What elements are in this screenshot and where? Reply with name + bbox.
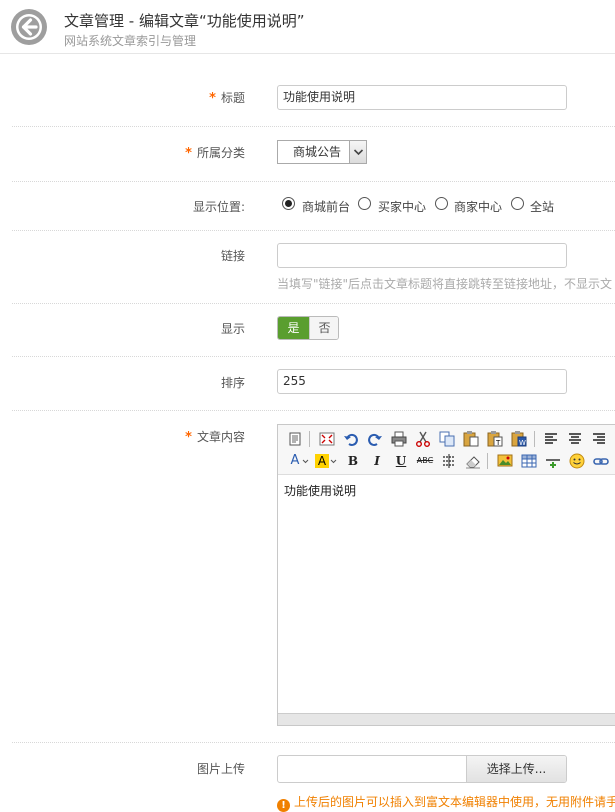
warning-icon: ! xyxy=(277,799,290,812)
display-no-option[interactable]: 否 xyxy=(309,317,338,339)
strikethrough-icon[interactable]: ABC xyxy=(416,452,434,470)
content-label: * 文章内容 xyxy=(185,430,245,445)
line-height-icon[interactable] xyxy=(440,452,458,470)
radio-label-buyer-center: 买家中心 xyxy=(378,200,427,214)
display-label: 显示 xyxy=(220,322,245,336)
category-select[interactable]: 商城公告 xyxy=(277,140,367,164)
radio-label-seller-center: 商家中心 xyxy=(454,200,503,214)
position-label: 显示位置: xyxy=(192,200,245,214)
upload-warning: ! 上传后的图片可以插入到富文本编辑器中使用，无用附件请手 xyxy=(277,793,615,812)
editor-statusbar xyxy=(278,713,615,725)
undo-icon[interactable] xyxy=(342,430,360,448)
eraser-icon[interactable] xyxy=(464,452,482,470)
radio-seller-center[interactable] xyxy=(435,197,448,210)
image-icon[interactable] xyxy=(496,452,514,470)
print-icon[interactable] xyxy=(390,430,408,448)
align-center-icon[interactable] xyxy=(566,430,584,448)
horizontal-rule-icon[interactable] xyxy=(544,452,562,470)
radio-label-whole-site: 全站 xyxy=(530,200,555,214)
editor-toolbar: T W A A B I U ABC xyxy=(278,425,615,475)
choose-upload-button[interactable]: 选择上传... xyxy=(466,756,566,782)
link-icon[interactable] xyxy=(592,452,610,470)
back-button[interactable] xyxy=(11,9,47,45)
category-selected-value: 商城公告 xyxy=(293,145,342,159)
copy-icon[interactable] xyxy=(438,430,456,448)
image-upload-field[interactable]: 选择上传... xyxy=(277,755,567,783)
editor-content[interactable]: 功能使用说明 xyxy=(284,482,356,499)
highlight-icon[interactable]: A xyxy=(314,452,338,470)
rich-text-editor[interactable]: T W A A B I U ABC 功能使用说明 xyxy=(277,424,615,726)
page-subtitle: 网站系统文章索引与管理 xyxy=(64,34,197,48)
required-mark: * xyxy=(185,146,192,161)
page-title: 文章管理 - 编辑文章“功能使用说明” xyxy=(64,12,305,30)
radio-storefront[interactable] xyxy=(282,197,295,210)
font-color-icon[interactable]: A xyxy=(286,452,310,470)
align-right-icon[interactable] xyxy=(590,430,608,448)
radio-label-storefront: 商城前台 xyxy=(302,200,351,214)
paste-icon[interactable] xyxy=(462,430,480,448)
page-header: 文章管理 - 编辑文章“功能使用说明” 网站系统文章索引与管理 xyxy=(0,0,615,54)
category-label: * 所属分类 xyxy=(185,146,245,161)
link-hint: 当填写"链接"后点击文章标题将直接跳转至链接地址，不显示文 xyxy=(277,277,613,291)
table-icon[interactable] xyxy=(520,452,538,470)
sort-label: 排序 xyxy=(220,376,245,390)
sort-input[interactable]: 255 xyxy=(277,369,567,394)
underline-icon[interactable]: U xyxy=(392,452,410,470)
chevron-down-icon xyxy=(349,141,366,163)
cut-icon[interactable] xyxy=(414,430,432,448)
svg-text:T: T xyxy=(495,439,501,447)
fullscreen-icon[interactable] xyxy=(318,430,336,448)
source-icon[interactable] xyxy=(286,430,304,448)
required-mark: * xyxy=(209,91,216,106)
display-toggle[interactable]: 是 否 xyxy=(277,316,339,340)
display-yes-option[interactable]: 是 xyxy=(278,317,309,339)
emoticon-icon[interactable] xyxy=(568,452,586,470)
link-label: 链接 xyxy=(220,249,245,263)
required-mark: * xyxy=(185,430,192,445)
paste-word-icon[interactable]: W xyxy=(510,430,528,448)
bold-icon[interactable]: B xyxy=(344,452,362,470)
link-input[interactable] xyxy=(277,243,567,268)
image-upload-label: 图片上传 xyxy=(196,762,245,776)
title-input[interactable]: 功能使用说明 xyxy=(277,85,567,110)
redo-icon[interactable] xyxy=(366,430,384,448)
paste-text-icon[interactable]: T xyxy=(486,430,504,448)
svg-text:W: W xyxy=(519,439,526,447)
radio-whole-site[interactable] xyxy=(511,197,524,210)
italic-icon[interactable]: I xyxy=(368,452,386,470)
radio-buyer-center[interactable] xyxy=(358,197,371,210)
back-arrow-icon xyxy=(16,14,42,40)
align-left-icon[interactable] xyxy=(542,430,560,448)
title-label: * 标题 xyxy=(209,91,245,106)
